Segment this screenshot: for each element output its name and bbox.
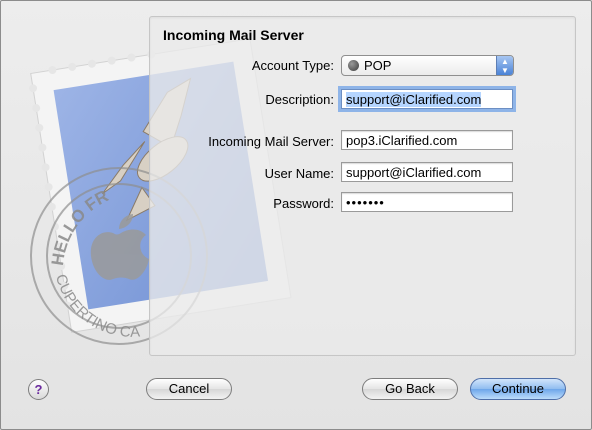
account-type-value: POP xyxy=(364,58,392,73)
user-name-field[interactable]: support@iClarified.com xyxy=(341,162,513,182)
cancel-button[interactable]: Cancel xyxy=(146,378,232,400)
go-back-button[interactable]: Go Back xyxy=(362,378,458,400)
account-type-label: Account Type: xyxy=(251,58,334,73)
password-field[interactable]: ••••••• xyxy=(341,192,513,212)
user-name-label: User Name: xyxy=(264,166,334,181)
password-label: Password: xyxy=(273,196,334,211)
description-value: support@iClarified.com xyxy=(346,92,482,107)
globe-icon xyxy=(348,60,359,71)
help-button[interactable]: ? xyxy=(28,379,49,400)
incoming-server-field[interactable]: pop3.iClarified.com xyxy=(341,130,513,150)
description-label: Description: xyxy=(265,92,334,107)
account-type-select[interactable]: POP ▲ ▼ xyxy=(341,55,514,76)
continue-button[interactable]: Continue xyxy=(470,378,566,400)
page-title: Incoming Mail Server xyxy=(163,27,304,43)
chevron-updown-icon: ▲ ▼ xyxy=(496,56,513,75)
setup-assistant-window: HELLO FR CUPERTINO CA Incoming Mail Serv… xyxy=(0,0,592,430)
incoming-server-label: Incoming Mail Server: xyxy=(208,134,334,149)
description-field[interactable]: support@iClarified.com xyxy=(341,89,513,109)
